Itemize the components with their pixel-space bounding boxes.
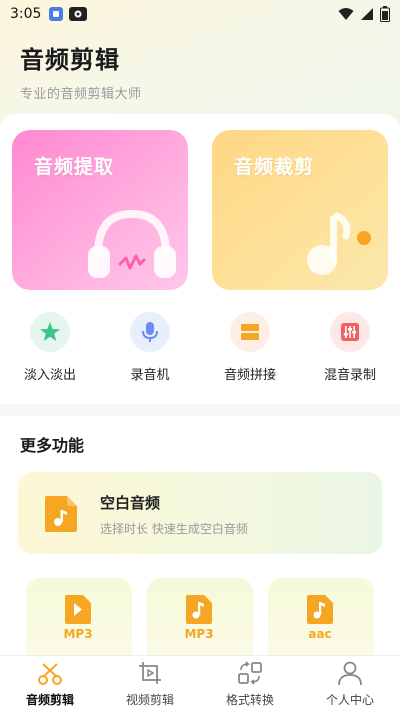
page-header: 音频剪辑 专业的音频剪辑大师: [20, 40, 142, 102]
tool-recorder[interactable]: 录音机: [108, 312, 192, 383]
tool-icon-circle: [30, 312, 70, 352]
wifi-icon: [338, 8, 354, 20]
tools-row: 淡入淡出 录音机 音频拼接 混音录制: [0, 312, 400, 383]
nav-label: 音频剪辑: [25, 693, 74, 707]
person-icon: [338, 661, 362, 686]
nav-profile[interactable]: 个人中心: [300, 656, 400, 711]
format-label: MP3: [63, 627, 92, 640]
media-notification-icon: [69, 7, 88, 21]
blank-audio-card[interactable]: 空白音频 选择时长 快速生成空白音频: [18, 472, 382, 554]
star-icon: [40, 322, 60, 341]
tool-splice[interactable]: 音频拼接: [208, 312, 292, 383]
page-title: 音频剪辑: [20, 46, 120, 74]
nav-label: 个人中心: [325, 693, 374, 707]
audio-file-icon: [45, 496, 77, 532]
nav-format-convert[interactable]: 格式转换: [200, 656, 300, 711]
tool-label: 音频拼接: [223, 368, 276, 383]
nav-audio-edit[interactable]: 音频剪辑: [0, 656, 100, 711]
more-features-section: 更多功能 空白音频 选择时长 快速生成空白音频 MP3 MP3 aac: [0, 416, 400, 660]
tool-fade[interactable]: 淡入淡出: [8, 312, 92, 383]
signal-icon: [361, 8, 373, 20]
bottom-nav: 音频剪辑 视频剪辑 格式转换 个人中心: [0, 655, 400, 711]
tool-mix-record[interactable]: 混音录制: [308, 312, 392, 383]
format-card-aac[interactable]: aac: [268, 578, 374, 660]
battery-icon: [380, 6, 390, 22]
tool-icon-circle: [230, 312, 270, 352]
audio-extract-card[interactable]: 音频提取: [12, 130, 188, 290]
main-panel: 音频提取 音频裁剪 淡入淡出 录音机 音频拼接 混音录制: [0, 114, 400, 404]
mp3-video-icon: MP3: [63, 595, 93, 640]
nav-label: 格式转换: [225, 693, 274, 707]
nav-video-edit[interactable]: 视频剪辑: [100, 656, 200, 711]
tool-label: 淡入淡出: [23, 368, 76, 383]
scissors-icon: [38, 663, 62, 685]
splice-icon: [241, 324, 259, 340]
mixer-icon: [341, 323, 359, 341]
convert-icon: [238, 661, 262, 685]
format-label: aac: [308, 627, 331, 640]
format-card-mp3-audio[interactable]: MP3: [147, 578, 253, 660]
nav-label: 视频剪辑: [125, 693, 174, 707]
microphone-icon: [142, 322, 158, 342]
format-label: MP3: [184, 627, 213, 640]
tool-icon-circle: [330, 312, 370, 352]
app-notification-icon: [49, 7, 64, 21]
format-card-mp3-video[interactable]: MP3: [26, 578, 132, 660]
mp3-audio-icon: MP3: [184, 595, 214, 640]
tool-label: 混音录制: [323, 368, 376, 383]
audio-cut-card[interactable]: 音频裁剪: [212, 130, 388, 290]
page-subtitle: 专业的音频剪辑大师: [20, 87, 142, 102]
tool-label: 录音机: [130, 368, 170, 383]
card-title: 音频提取: [34, 156, 115, 178]
headphones-icon: [88, 209, 176, 278]
music-note-icon: [307, 212, 371, 275]
card-title: 音频裁剪: [234, 156, 315, 178]
section-title: 更多功能: [20, 436, 85, 455]
blank-audio-title: 空白音频: [100, 494, 161, 512]
tool-icon-circle: [130, 312, 170, 352]
status-bar: 3:05: [0, 0, 400, 28]
aac-audio-icon: aac: [307, 595, 333, 640]
blank-audio-subtitle: 选择时长 快速生成空白音频: [100, 522, 248, 536]
video-crop-icon: [139, 662, 161, 684]
status-time: 3:05: [10, 6, 42, 22]
